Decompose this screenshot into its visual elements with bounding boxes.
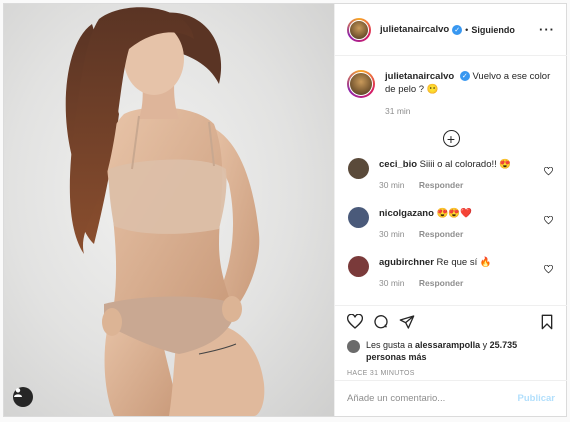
comment-text: 😍😍❤️: [436, 208, 473, 219]
caption-username[interactable]: julietanaircalvo: [385, 71, 454, 82]
woman-photo-illustration: [65, 7, 265, 416]
reply-button[interactable]: Responder: [419, 229, 463, 239]
comment-time[interactable]: 30 min: [379, 278, 405, 288]
liker-username[interactable]: alessarampolla: [415, 340, 480, 350]
heart-icon[interactable]: [544, 265, 553, 274]
plus-circle-icon[interactable]: +: [442, 130, 460, 147]
post-timestamp[interactable]: HACE 31 MINUTOS: [347, 370, 555, 377]
caption: julietanaircalvo ✓ Vuelvo a ese color de…: [347, 70, 555, 118]
reply-button[interactable]: Responder: [419, 278, 463, 288]
post-modal: julietanaircalvo ✓ • Siguiendo ··· julie…: [3, 3, 567, 417]
comment-time[interactable]: 30 min: [379, 229, 405, 239]
post-actions: Les gusta a alessarampolla y 25.735 pers…: [335, 305, 567, 377]
reply-button[interactable]: Responder: [419, 180, 463, 190]
post-sidebar: julietanaircalvo ✓ • Siguiendo ··· julie…: [334, 4, 567, 416]
user-icon: [14, 388, 22, 397]
comment-bubble-icon[interactable]: [373, 314, 389, 330]
verified-badge-icon: ✓: [459, 71, 470, 82]
comment-avatar[interactable]: [348, 207, 369, 228]
comment-item: nicolgazano 😍😍❤️ 30 min Responder: [347, 207, 555, 245]
heart-icon[interactable]: [544, 167, 553, 176]
publish-button[interactable]: Publicar: [518, 393, 556, 404]
comment-time[interactable]: 30 min: [379, 180, 405, 190]
tagged-users-button[interactable]: [13, 387, 33, 407]
likes-middle: y: [480, 340, 490, 350]
load-more-comments[interactable]: +: [347, 130, 555, 147]
comment-username[interactable]: ceci_bio: [379, 159, 417, 170]
comment-input[interactable]: [347, 393, 518, 404]
comment-item: agubirchner Re que sí 🔥 30 min Responder: [347, 256, 555, 294]
comment-item: ceci_bio Siiii o al colorado!! 😍 30 min …: [347, 158, 555, 196]
following-button[interactable]: Siguiendo: [471, 25, 515, 35]
caption-time[interactable]: 31 min: [385, 105, 555, 118]
share-paper-plane-icon[interactable]: [399, 314, 415, 330]
comment-username[interactable]: nicolgazano: [379, 208, 434, 219]
likes-summary: Les gusta a alessarampolla y 25.735 pers…: [347, 339, 555, 363]
like-heart-icon[interactable]: [347, 314, 363, 330]
likes-prefix: Les gusta a: [366, 340, 416, 350]
verified-badge-icon: ✓: [452, 24, 463, 35]
add-comment-bar: Publicar: [335, 380, 567, 416]
post-photo[interactable]: [4, 4, 334, 416]
more-options-icon[interactable]: ···: [539, 22, 555, 37]
author-username[interactable]: julietanaircalvo: [380, 24, 449, 35]
save-bookmark-icon[interactable]: [539, 314, 555, 330]
comment-text: Re que sí 🔥: [436, 257, 492, 268]
comment-username[interactable]: agubirchner: [379, 257, 434, 268]
post-header: julietanaircalvo ✓ • Siguiendo ···: [335, 4, 567, 56]
heart-icon[interactable]: [544, 216, 553, 225]
liker-avatar[interactable]: [347, 340, 360, 353]
comment-avatar[interactable]: [348, 256, 369, 277]
comment-avatar[interactable]: [348, 158, 369, 179]
comments-section[interactable]: julietanaircalvo ✓ Vuelvo a ese color de…: [335, 56, 567, 304]
comment-text: Siiii o al colorado!! 😍: [419, 159, 512, 170]
separator-dot: •: [465, 24, 469, 35]
caption-avatar[interactable]: [347, 70, 375, 98]
author-avatar[interactable]: [347, 17, 371, 42]
